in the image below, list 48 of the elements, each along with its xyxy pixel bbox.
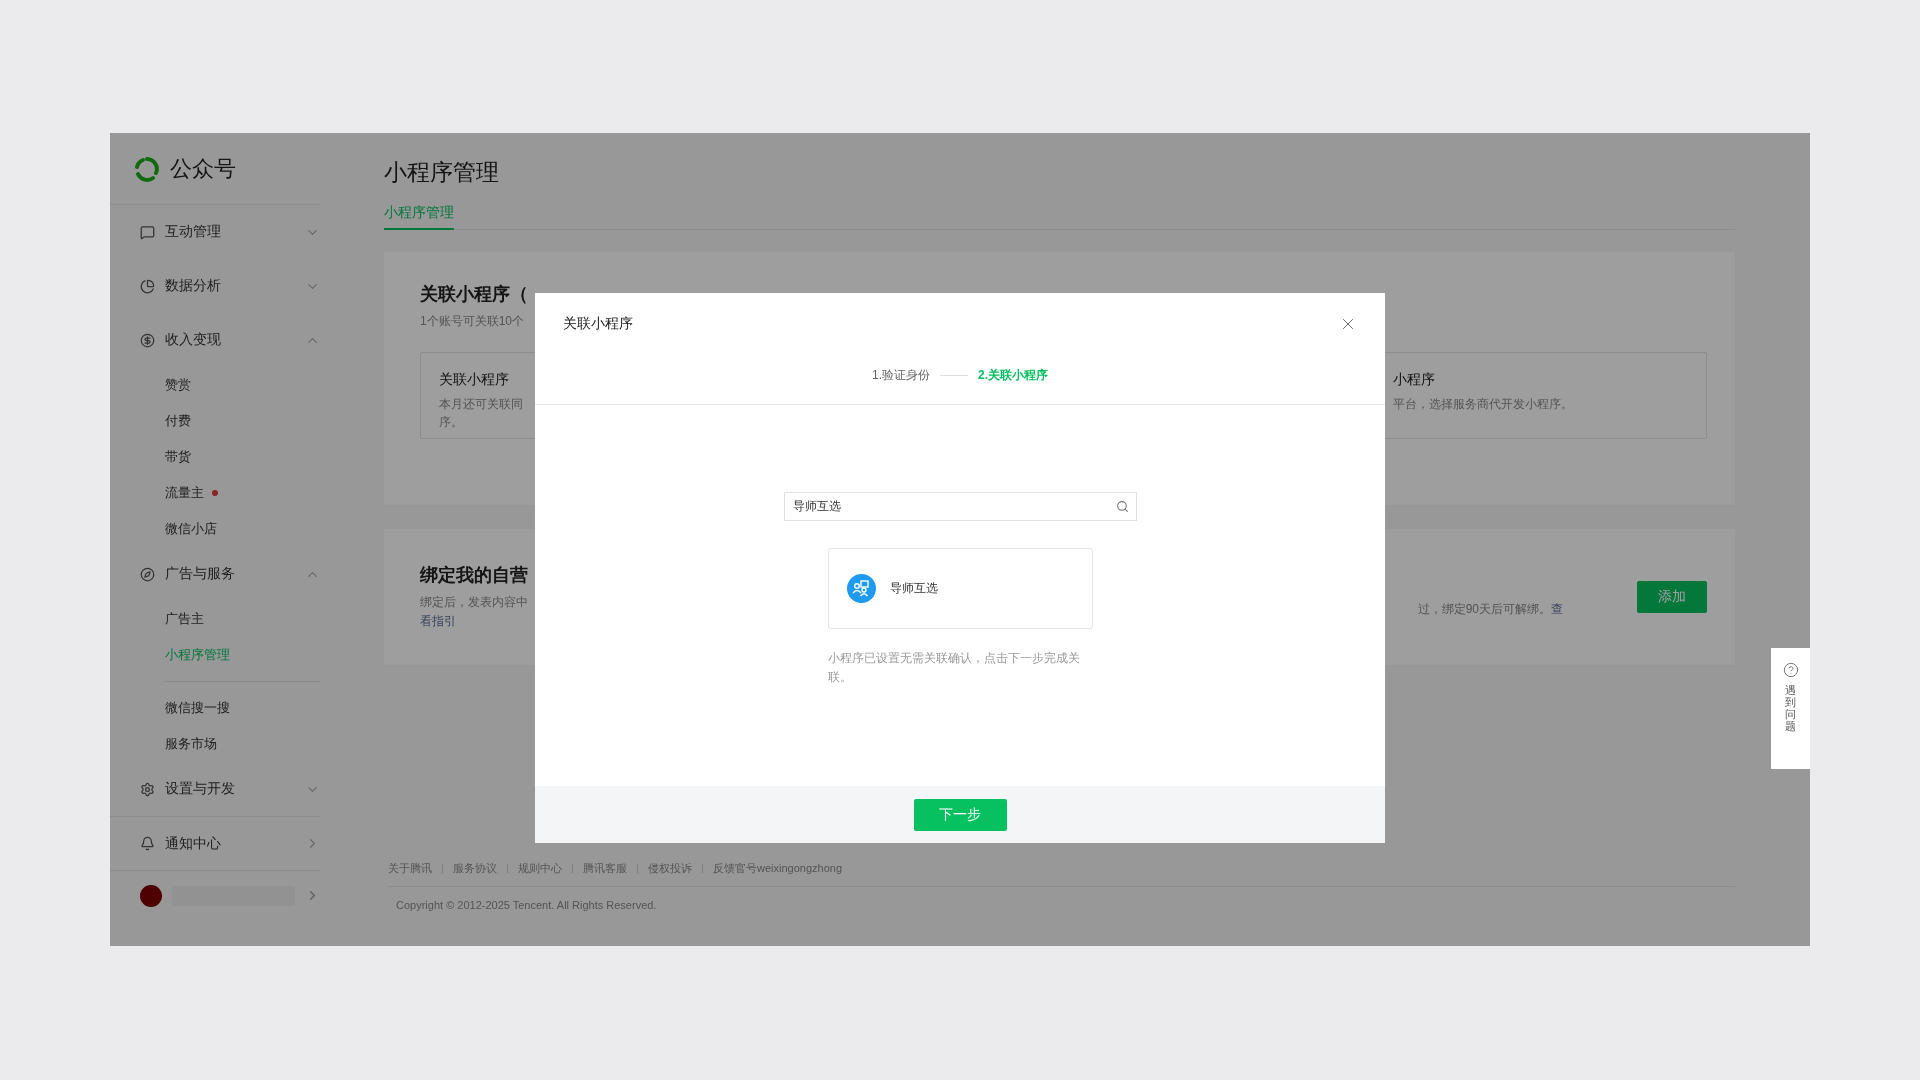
- sidebar-group[interactable]: 数据分析: [110, 259, 320, 313]
- search-icon: [1115, 500, 1129, 513]
- chat-bubble-icon: [140, 224, 155, 240]
- sidebar-item[interactable]: 微信小店: [110, 511, 320, 547]
- dialog-title: 关联小程序: [563, 315, 633, 333]
- step-label: 1.验证身份: [872, 367, 930, 384]
- step-label: 2.关联小程序: [978, 367, 1048, 384]
- page-title: 小程序管理: [384, 158, 500, 187]
- bell-icon: [140, 836, 155, 851]
- people-icon: [846, 574, 876, 603]
- search-field[interactable]: 导师互选: [783, 492, 1137, 521]
- hint-text: 小程序已设置无需关联确认，点击下一步完成关联。: [827, 650, 1081, 686]
- sidebar-item[interactable]: 付费: [110, 403, 320, 439]
- card-subtitle: 1个账号可关联10个: [420, 313, 525, 330]
- sidebar-item[interactable]: 服务市场: [110, 726, 320, 762]
- coin-icon: [140, 332, 155, 348]
- sidebar-item[interactable]: 赞赏: [110, 367, 320, 403]
- sidebar-group[interactable]: 通知中心: [110, 816, 320, 870]
- card-title: 关联小程序（: [420, 283, 528, 306]
- avatar: [140, 884, 162, 907]
- help-tab[interactable]: 遇到问题: [1771, 648, 1810, 769]
- view-link[interactable]: 查: [1551, 599, 1563, 618]
- pie-chart-icon: [140, 278, 155, 294]
- sidebar-item[interactable]: 广告主: [110, 601, 320, 637]
- option-title: 关联小程序: [439, 371, 510, 389]
- guide-link[interactable]: 看指引: [420, 614, 456, 628]
- card-title: 绑定我的自营: [420, 564, 528, 587]
- notification-dot: [212, 490, 218, 496]
- option-title: 小程序: [1393, 371, 1436, 389]
- sidebar-item[interactable]: 微信搜一搜: [110, 690, 320, 726]
- sidebar-item[interactable]: 带货: [110, 439, 320, 475]
- sidebar-group[interactable]: 收入变现: [110, 313, 320, 367]
- option-description: 序。: [439, 414, 463, 431]
- help-icon: [1782, 662, 1799, 678]
- logo-text: 公众号: [170, 154, 236, 183]
- option-description: 本月还可关联同: [439, 396, 523, 413]
- sidebar-group[interactable]: 设置与开发: [110, 762, 320, 816]
- settings-icon: [140, 781, 155, 797]
- sidebar-item[interactable]: 流量主: [110, 475, 320, 511]
- card-description: 绑定后，发表内容中: [420, 594, 528, 611]
- compass-icon: [140, 566, 155, 582]
- sidebar-group[interactable]: 广告与服务: [110, 547, 320, 601]
- option-description: 平台，选择服务商代开发小程序。: [1393, 396, 1573, 413]
- card-description: 过，绑定90天后可解绑。: [1417, 600, 1551, 618]
- sidebar-group[interactable]: 互动管理: [110, 205, 320, 259]
- mini-program-result[interactable]: 导师互选: [827, 548, 1093, 629]
- copyright-text: Copyright © 2012-2025 Tencent. All Rights Reserved.: [395, 898, 658, 913]
- logo-icon: [134, 155, 160, 182]
